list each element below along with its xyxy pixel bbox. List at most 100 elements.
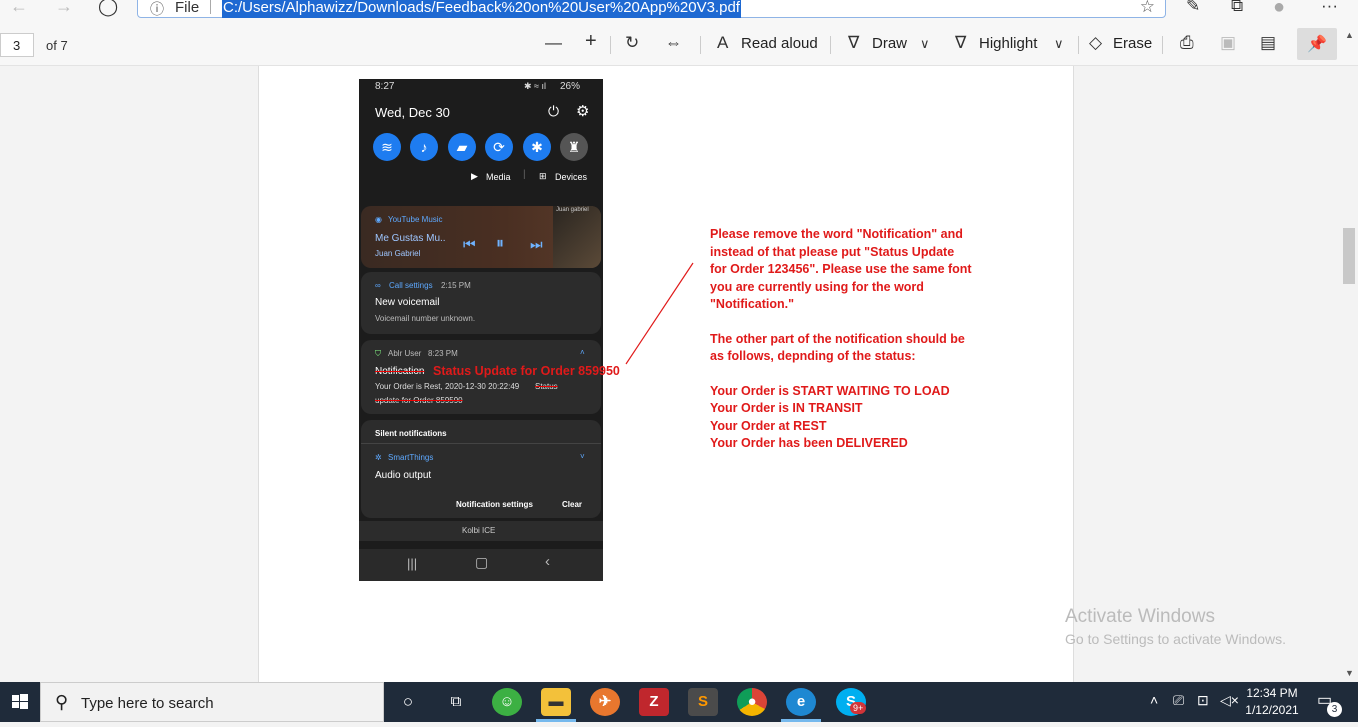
zoom-in-icon[interactable]: +	[585, 30, 597, 53]
home-icon[interactable]: ▢	[475, 554, 488, 571]
power-icon[interactable]: ⏻	[548, 103, 559, 120]
bluetooth-icon[interactable]: ✱	[523, 133, 551, 161]
folder-icon[interactable]: ▰	[448, 133, 476, 161]
filezilla-icon[interactable]: Z	[639, 688, 669, 716]
devices-grid-icon[interactable]: ⊞	[539, 171, 547, 182]
collapse-chevron-icon[interactable]: ˄	[580, 348, 585, 357]
cortana-icon[interactable]: ○	[393, 688, 423, 716]
draw-button[interactable]: Draw	[872, 35, 907, 52]
meet-now-icon[interactable]: ⎚	[1173, 692, 1184, 709]
media-button[interactable]: Media	[486, 172, 511, 182]
profile-avatar-icon[interactable]: ●	[1273, 0, 1285, 19]
status-time: 8:27	[375, 81, 395, 92]
forward-icon[interactable]: →	[55, 0, 73, 17]
media-play-icon[interactable]: ▶	[471, 171, 478, 182]
ablr-app-name: Ablr User	[388, 349, 422, 358]
devices-button[interactable]: Devices	[555, 172, 587, 182]
music-app-name: YouTube Music	[388, 215, 443, 224]
postman-icon[interactable]: ✈	[590, 688, 620, 716]
music-notification-card[interactable]: ◉ YouTube Music Me Gustas Mu.. Juan Gabr…	[361, 206, 601, 268]
struck-notification-title: Notification	[375, 366, 425, 377]
erase-button[interactable]: Erase	[1113, 35, 1152, 52]
annotation-status-update: Status Update for Order 859950	[433, 364, 620, 378]
settings-gear-icon[interactable]: ⚙	[576, 102, 589, 120]
date-label: Wed, Dec 30	[375, 105, 450, 120]
scroll-up-icon[interactable]: ▲	[1345, 30, 1354, 40]
fit-page-icon[interactable]: ⇔	[665, 33, 682, 53]
collections-icon[interactable]: ⧉	[1231, 0, 1243, 16]
read-aloud-icon[interactable]: A	[717, 33, 728, 53]
rotate-icon[interactable]: ↻	[625, 33, 639, 53]
flashlight-icon[interactable]: ♜	[560, 133, 588, 161]
battery-level: 26%	[560, 81, 581, 92]
highlight-icon[interactable]: ∇	[955, 33, 966, 53]
android-nav-bar: ||| ▢ ‹	[359, 549, 603, 581]
highlight-button[interactable]: Highlight	[979, 35, 1037, 52]
sound-icon[interactable]: ♪	[410, 133, 438, 161]
show-hidden-icons-chevron-icon[interactable]: ˄	[1150, 692, 1158, 708]
recents-icon[interactable]: |||	[407, 556, 417, 571]
note-line: "Notification."	[710, 297, 795, 311]
album-cover: Juan gabriel	[553, 206, 601, 268]
system-clock[interactable]: 12:34 PM 1/12/2021	[1244, 685, 1300, 719]
volume-muted-icon[interactable]: ◁×	[1220, 692, 1239, 709]
url-text[interactable]: C:/Users/Alphawizz/Downloads/Feedback%20…	[222, 0, 741, 18]
print-icon[interactable]: ⎙	[1180, 33, 1194, 53]
vertical-scrollbar[interactable]	[1340, 66, 1358, 682]
save-as-icon[interactable]: ▤	[1260, 33, 1276, 53]
address-bar[interactable]: ⓘ File C:/Users/Alphawizz/Downloads/Feed…	[137, 0, 1166, 18]
phone-screenshot: 8:27 ✱ ≈ ıl 26% Wed, Dec 30 ⏻ ⚙ ≋ ♪ ▰ ⟳ …	[359, 79, 603, 581]
clock-date: 1/12/2021	[1245, 703, 1299, 717]
status-option: Your Order is IN TRANSIT	[710, 401, 863, 415]
taskbar-search-box[interactable]: ⚲ Type here to search	[40, 682, 384, 722]
previous-track-icon[interactable]: ⏮	[463, 236, 476, 253]
read-aloud-button[interactable]: Read aloud	[741, 35, 818, 52]
smartthings-title: Audio output	[375, 470, 432, 481]
save-icon[interactable]: ▣	[1220, 33, 1236, 53]
file-explorer-icon[interactable]: ▬	[541, 688, 571, 716]
back-icon[interactable]: ←	[10, 0, 28, 17]
pause-icon[interactable]: ⏸	[496, 235, 504, 253]
search-icon: ⚲	[55, 692, 69, 712]
more-menu-icon[interactable]: ···	[1321, 0, 1338, 16]
notification-settings-button[interactable]: Notification settings	[456, 500, 533, 509]
page-number-input[interactable]: 3	[0, 33, 34, 57]
network-icon[interactable]: ⊡	[1197, 692, 1209, 709]
favorite-star-icon[interactable]: ☆	[1140, 0, 1155, 17]
highlight-chevron-down-icon[interactable]: ∨	[1054, 36, 1064, 52]
eraser-icon[interactable]: ◇	[1089, 33, 1102, 53]
notification-count-badge: 3	[1327, 702, 1342, 717]
zoom-out-icon[interactable]: —	[545, 33, 562, 53]
voicemail-notification-card[interactable]: ∞ Call settings 2:15 PM New voicemail Vo…	[361, 272, 601, 334]
note-line: The other part of the notification shoul…	[710, 331, 965, 346]
struck-order-text: update for Order 859590	[375, 396, 463, 405]
back-nav-icon[interactable]: ‹	[545, 553, 550, 570]
draw-icon[interactable]: ∇	[848, 33, 859, 53]
scrollbar-thumb[interactable]	[1343, 228, 1355, 284]
scroll-down-icon[interactable]: ▼	[1345, 668, 1354, 678]
struck-status-text: Status	[535, 382, 558, 391]
start-button[interactable]	[0, 682, 40, 722]
expand-chevron-icon[interactable]: ˅	[580, 452, 585, 461]
chrome-icon[interactable]: ●	[737, 688, 767, 716]
draw-chevron-down-icon[interactable]: ∨	[920, 36, 930, 52]
next-track-icon[interactable]: ⏭	[530, 236, 543, 253]
refresh-icon[interactable]: ◯	[98, 0, 118, 17]
divider	[210, 0, 211, 14]
android-app-icon[interactable]: ☺	[492, 688, 522, 716]
note-line: as follows, depnding of the status:	[710, 349, 916, 363]
page-total: of 7	[46, 38, 68, 53]
status-option: Your Order at REST	[710, 418, 827, 433]
sublime-text-icon[interactable]: S	[688, 688, 718, 716]
info-icon[interactable]: ⓘ	[150, 0, 164, 19]
smartthings-icon: ✲	[375, 453, 382, 462]
edge-icon[interactable]: e	[786, 688, 816, 716]
wifi-icon[interactable]: ≋	[373, 133, 401, 161]
carrier-name: Kolbi ICE	[462, 526, 496, 535]
favorites-list-icon[interactable]: ✎	[1186, 0, 1200, 16]
voicemail-title: New voicemail	[375, 297, 440, 308]
pin-toolbar-button[interactable]: 📌	[1297, 28, 1337, 60]
clear-button[interactable]: Clear	[562, 500, 582, 509]
task-view-icon[interactable]: ⧉	[441, 688, 471, 716]
autorotate-icon[interactable]: ⟳	[485, 133, 513, 161]
